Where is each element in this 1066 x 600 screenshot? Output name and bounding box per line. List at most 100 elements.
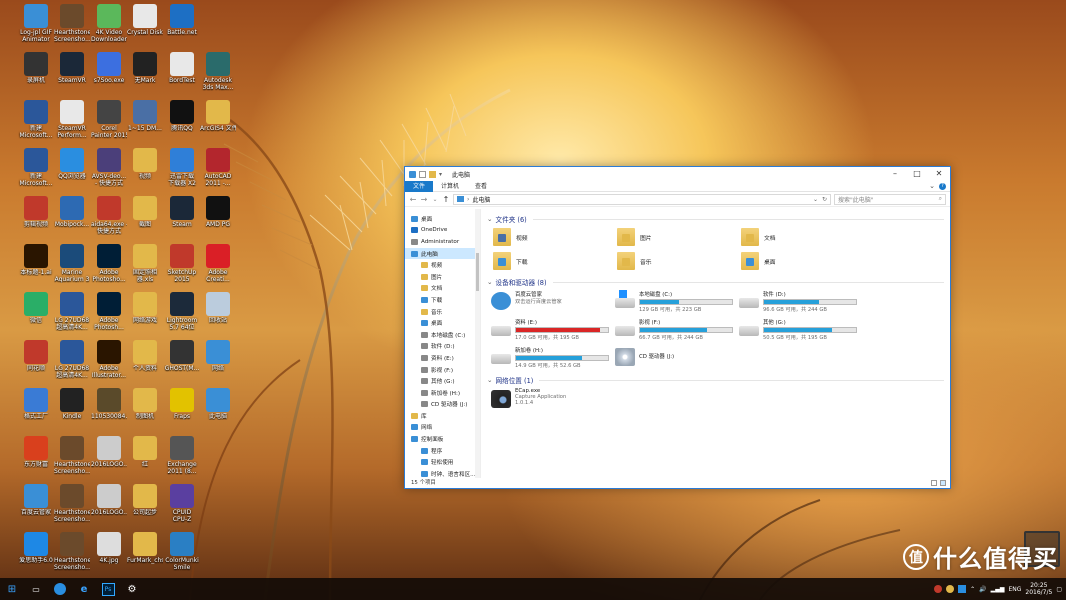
start-icon[interactable]: ⊞ (0, 578, 24, 600)
properties-icon[interactable] (419, 170, 426, 178)
desktop-shortcut[interactable]: 2016LOGO... (91, 484, 127, 516)
desktop-shortcut[interactable]: Lightroom 5.7 64位 (164, 292, 200, 331)
search-box[interactable]: 搜索"此电脑" ⌕ (834, 193, 946, 205)
nav-item-g[interactable]: 其他 (G:) (405, 375, 480, 387)
drive-item[interactable]: 资料 (E:) 17.0 GB 可用，共 195 GB (487, 316, 611, 344)
nav-scrollbar[interactable] (475, 209, 480, 478)
desktop-shortcut[interactable]: 此电脑 (200, 388, 236, 420)
desktop-shortcut[interactable]: 红 (127, 436, 163, 468)
tray-app-icon[interactable] (934, 585, 943, 593)
group-header-folders[interactable]: ⌄ 文件夹 (6) (487, 213, 944, 225)
drive-item[interactable]: 本地磁盘 (C:) 129 GB 可用，共 223 GB (611, 288, 735, 316)
desktop-shortcut[interactable]: 新建 Microsoft... (18, 100, 54, 139)
desktop-shortcut[interactable]: ColorMunki Smile (164, 532, 200, 571)
collapse-chevron-icon[interactable]: ⌄ (487, 376, 493, 384)
desktop-shortcut[interactable]: 公司起步 (127, 484, 163, 516)
folder-item[interactable]: 桌面 (735, 249, 859, 273)
desktop-shortcut[interactable]: 网络游戏 (127, 292, 163, 324)
desktop-shortcut[interactable]: 同花顺 (18, 340, 54, 372)
desktop-shortcut[interactable]: FurMark_chs (127, 532, 163, 564)
desktop-shortcut[interactable]: Corel Painter 2015 (91, 100, 127, 139)
desktop-shortcut[interactable]: 微信 (18, 292, 54, 324)
clock[interactable]: 20:25 2016/7/5 (1025, 582, 1052, 596)
address-bar[interactable]: › 此电脑 ⌄ ↻ (453, 193, 831, 205)
desktop-shortcut[interactable]: Marine Aquarium 3 (54, 244, 90, 283)
desktop-shortcut[interactable]: 回收站 (200, 292, 236, 324)
nav-item-onedrive[interactable]: OneDrive (405, 225, 480, 237)
folder-item[interactable]: 文档 (735, 225, 859, 249)
folder-item[interactable]: 音乐 (611, 249, 735, 273)
desktop-shortcut[interactable]: 爱思助手6.0 (18, 532, 54, 564)
collapse-chevron-icon[interactable]: ⌄ (487, 215, 493, 223)
desktop-shortcut[interactable]: 制图机 (127, 388, 163, 420)
desktop-shortcut[interactable]: AVSV-deo... - 快捷方式 (91, 148, 127, 187)
desktop-shortcut[interactable]: 新建 Microsoft... (18, 148, 54, 187)
desktop-shortcut[interactable]: LG 27UD68 超高清4K... (54, 292, 90, 331)
desktop-shortcut[interactable]: 网络 (200, 340, 236, 372)
close-button[interactable]: ✕ (928, 167, 950, 181)
desktop-shortcut[interactable]: Battle.net (164, 4, 200, 36)
drive-item[interactable]: 新加卷 (H:) 14.9 GB 可用，共 52.6 GB (487, 344, 611, 372)
desktop-shortcut[interactable]: aida64.exe - 快捷方式 (91, 196, 127, 235)
folder-item[interactable]: 下载 (487, 249, 611, 273)
desktop-shortcut[interactable]: 固定照相 器.xls (127, 244, 163, 283)
nav-item-6[interactable]: 文档 (405, 283, 480, 295)
breadcrumb-this-pc[interactable]: 此电脑 (472, 195, 490, 204)
desktop-shortcut[interactable]: 2016LOGO... (91, 436, 127, 468)
desktop-shortcut[interactable]: 剪辑视频 (18, 196, 54, 228)
photoshop-icon[interactable]: Ps (96, 578, 120, 600)
search-icon[interactable]: ⌕ (939, 195, 942, 203)
minimize-button[interactable]: – (884, 167, 906, 181)
refresh-icon[interactable]: ↻ (822, 196, 827, 203)
expand-ribbon-icon[interactable]: ⌄ (929, 182, 935, 190)
desktop-shortcut[interactable]: 110530084... (91, 388, 127, 420)
nav-item-22[interactable]: 时钟、语言和区... (405, 468, 480, 478)
desktop-shortcut[interactable]: 截图 (127, 196, 163, 228)
desktop-shortcut[interactable]: Hearthstone Screensho... (54, 4, 90, 43)
nav-item-cd-j[interactable]: CD 驱动器 (J:) (405, 399, 480, 411)
nav-item-4[interactable]: 视频 (405, 259, 480, 271)
nav-item-7[interactable]: 下载 (405, 294, 480, 306)
nav-item-19[interactable]: 控制面板 (405, 433, 480, 445)
forward-arrow-icon[interactable]: → (420, 195, 428, 204)
nav-item-h[interactable]: 新加卷 (H:) (405, 387, 480, 399)
large-icons-view-icon[interactable] (940, 480, 946, 486)
desktop-shortcut[interactable]: Hearthstone Screensho... (54, 484, 90, 523)
address-dropdown-icon[interactable]: ⌄ (813, 196, 818, 203)
desktop-shortcut[interactable]: Autodesk 3ds Max... (200, 52, 236, 91)
tab-file[interactable]: 文件 (405, 180, 434, 192)
drive-item[interactable]: 影视 (F:) 66.7 GB 可用，共 244 GB (611, 316, 735, 344)
desktop-shortcut[interactable]: 4K Video Downloader (91, 4, 127, 43)
desktop-shortcut[interactable]: s7Soo.exe (91, 52, 127, 84)
nav-item-c[interactable]: 本地磁盘 (C:) (405, 329, 480, 341)
desktop-shortcut[interactable]: Adobe Creati... (200, 244, 236, 283)
desktop-shortcut[interactable]: 腾讯QQ (164, 100, 200, 132)
desktop-shortcut[interactable]: SteamVR Perform... (54, 100, 90, 139)
volume-icon[interactable]: 🔊 (979, 586, 986, 593)
desktop-shortcut[interactable]: SketchUp 2015 (164, 244, 200, 283)
desktop-shortcut[interactable]: AutoCAD 2011 -... (200, 148, 236, 187)
network-location-item[interactable]: ECap.exe Capture Application 1.0.1.4 (487, 386, 611, 414)
desktop-shortcut[interactable]: ArcGIS4 文件 (200, 100, 236, 132)
edge-icon[interactable]: e (72, 578, 96, 600)
nav-item-5[interactable]: 图片 (405, 271, 480, 283)
nav-item-17[interactable]: 库 (405, 410, 480, 422)
desktop-shortcut[interactable]: Kindle (54, 388, 90, 420)
desktop-shortcut[interactable]: 本标题-1.ai (18, 244, 54, 276)
desktop-shortcut[interactable]: 1~15 DM... (127, 100, 163, 132)
desktop-shortcut[interactable]: Mobipock... (54, 196, 90, 228)
nav-item-f[interactable]: 影视 (F:) (405, 364, 480, 376)
help-icon[interactable]: ? (939, 182, 946, 190)
desktop-shortcut[interactable]: CPUID CPU-Z (164, 484, 200, 523)
nav-item-administrator[interactable]: Administrator (405, 236, 480, 248)
desktop-shortcut[interactable]: Fraps (164, 388, 200, 420)
desktop-shortcut[interactable]: Steam (164, 196, 200, 228)
group-header-drives[interactable]: ⌄ 设备和驱动器 (8) (487, 276, 944, 288)
desktop-shortcut[interactable]: Hearthstone Screensho... (54, 436, 90, 475)
details-view-icon[interactable] (931, 480, 937, 486)
desktop-shortcut[interactable]: Crystal Disk... (127, 4, 163, 36)
up-arrow-icon[interactable]: ↑ (442, 195, 450, 204)
language-indicator[interactable]: ENG (1008, 586, 1021, 593)
tab-computer[interactable]: 计算机 (433, 181, 467, 192)
tray-app-icon[interactable] (946, 585, 955, 593)
